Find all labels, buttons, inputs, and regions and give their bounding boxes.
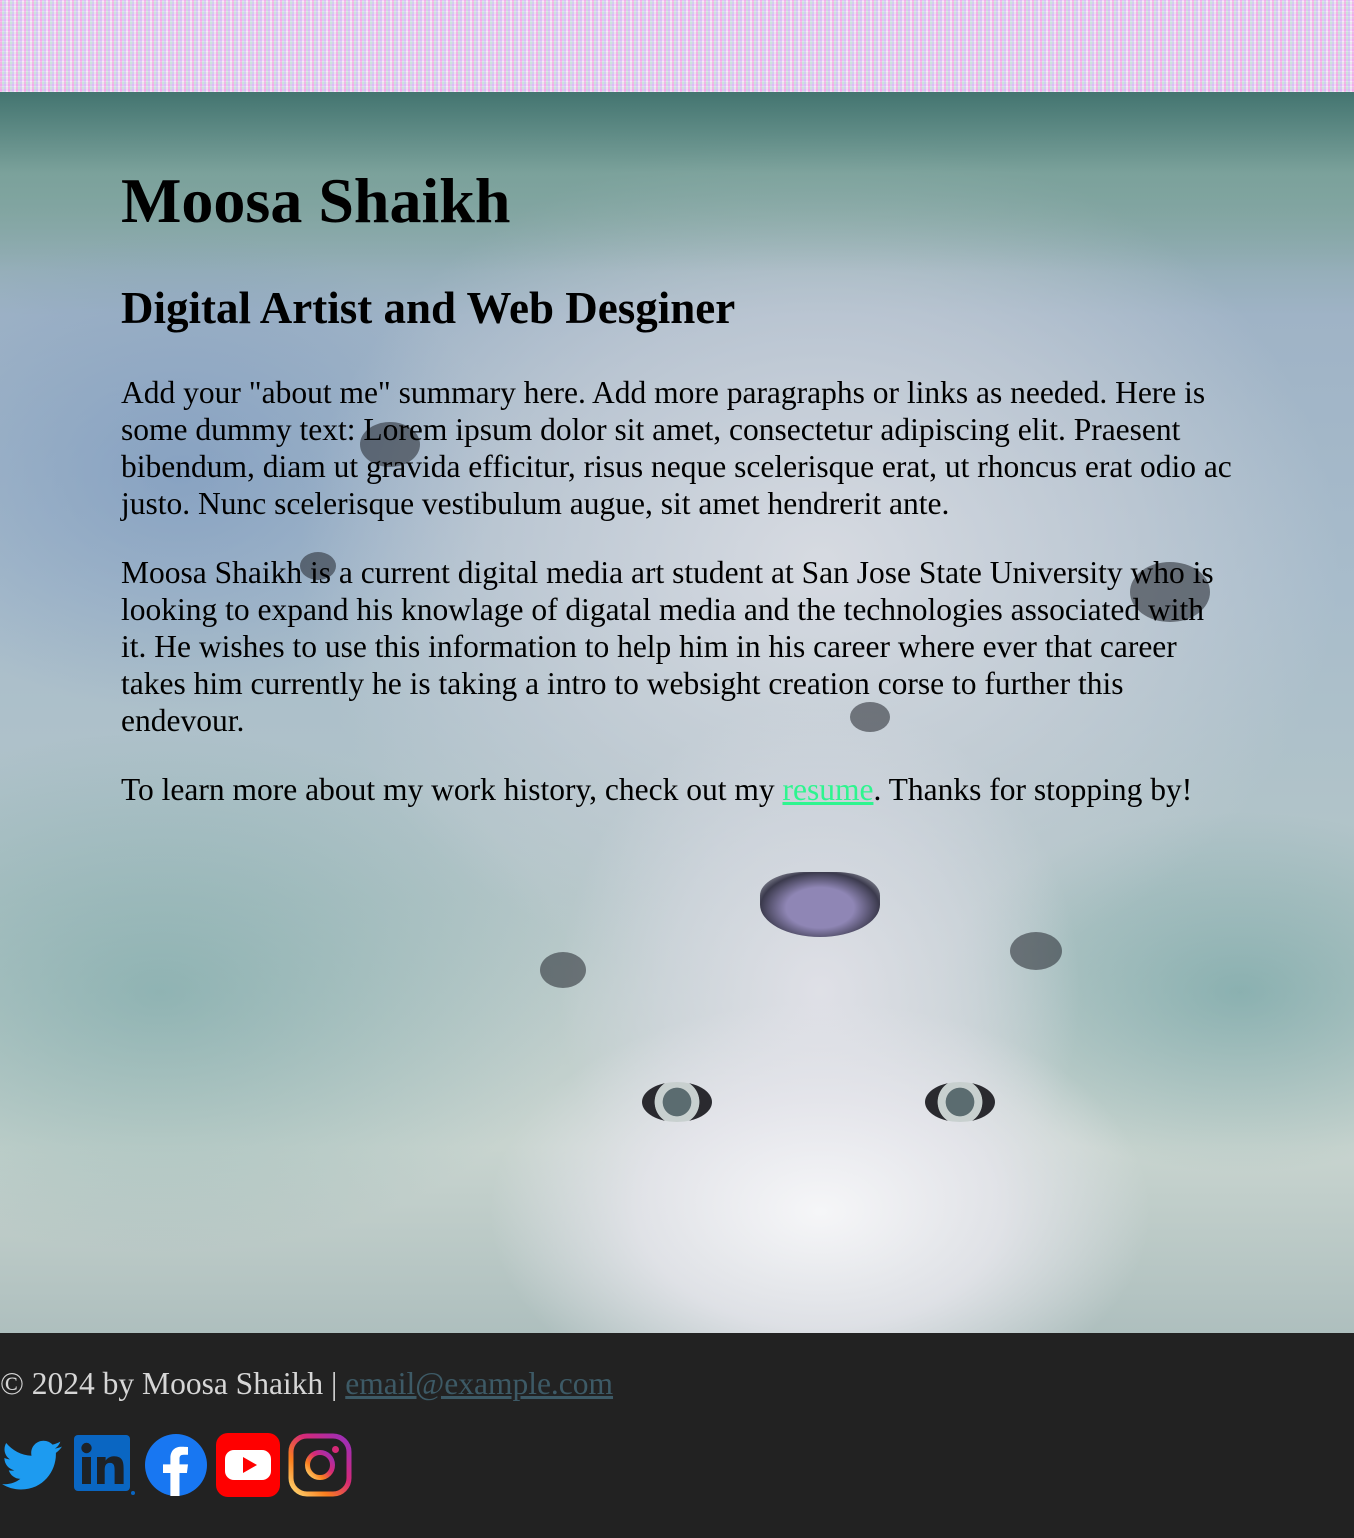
hero-leopard-nose [760, 872, 880, 937]
instagram-icon[interactable] [288, 1433, 352, 1497]
youtube-icon[interactable] [216, 1433, 280, 1497]
linkedin-icon[interactable] [72, 1433, 136, 1497]
hero-fur-spot [1010, 932, 1062, 970]
social-links [0, 1433, 352, 1497]
site-title: Moosa Shaikh [121, 165, 511, 236]
resume-text-after: . Thanks for stopping by! [873, 772, 1193, 807]
twitter-icon-graphic [2, 1440, 63, 1490]
youtube-icon-graphic [216, 1433, 280, 1497]
hero-fur-spot [540, 952, 586, 988]
hero-leopard-eye-right [925, 1082, 995, 1122]
about-paragraph-intro: Add your "about me" summary here. Add mo… [121, 375, 1232, 521]
site-footer: © 2024 by Moosa Shaikh | email@example.c… [0, 1333, 1354, 1538]
header-pattern-banner [0, 0, 1354, 92]
about-section: Moosa Shaikh Digital Artist and Web Desg… [121, 92, 1234, 808]
about-paragraph-bio: Moosa Shaikh is a current digital media … [121, 555, 1214, 738]
hero-leopard-eye-left [642, 1082, 712, 1122]
linkedin-icon-graphic [74, 1435, 135, 1495]
copyright-text: © 2024 by Moosa Shaikh | [0, 1366, 346, 1401]
email-link[interactable]: email@example.com [345, 1366, 613, 1401]
twitter-icon[interactable] [0, 1433, 64, 1497]
resume-link[interactable]: resume [782, 772, 873, 807]
about-paragraph-resume: To learn more about my work history, che… [121, 771, 1234, 808]
facebook-icon-graphic [145, 1434, 207, 1496]
facebook-icon[interactable] [144, 1433, 208, 1497]
site-tagline: Digital Artist and Web Desginer [121, 283, 736, 333]
resume-text-before: To learn more about my work history, che… [121, 772, 783, 807]
instagram-icon-graphic [288, 1433, 352, 1497]
footer-copyright: © 2024 by Moosa Shaikh | email@example.c… [0, 1364, 613, 1404]
